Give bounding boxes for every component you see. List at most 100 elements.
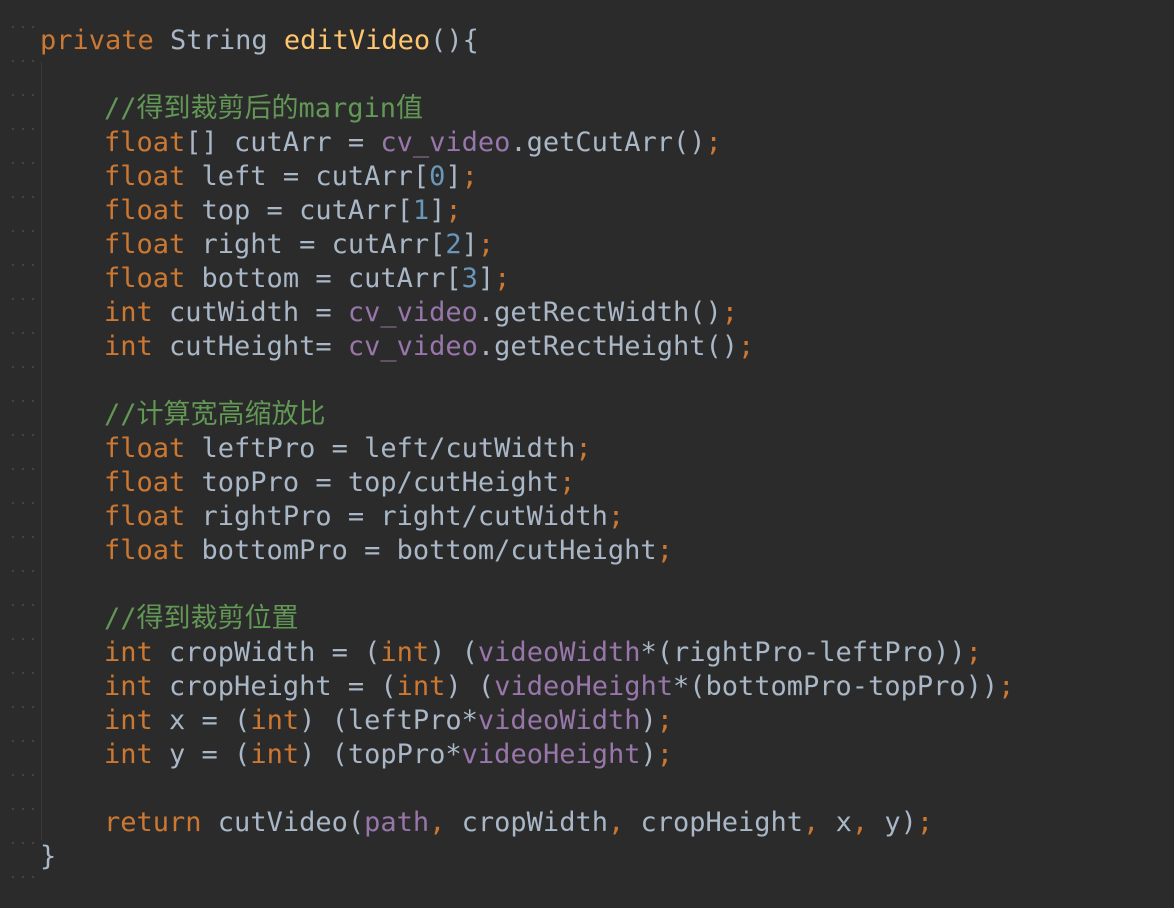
code-token: (){: [430, 25, 479, 56]
code-token: leftPro = left/cutWidth: [185, 433, 576, 464]
code-token: videoHeight: [494, 671, 673, 702]
code-token: int: [250, 705, 300, 736]
code-token: ;: [461, 161, 478, 192]
code-token: rightPro = right/cutWidth: [185, 501, 608, 532]
code-token: int: [104, 637, 153, 668]
code-line[interactable]: int cropWidth = (int) (videoWidth*(right…: [40, 636, 1014, 670]
code-token: float: [104, 467, 186, 498]
code-block[interactable]: private String editVideo(){ //得到裁剪后的marg…: [40, 24, 1014, 874]
code-token: int: [104, 331, 153, 362]
code-token: //得到裁剪后的margin值: [104, 93, 424, 124]
code-line[interactable]: int cropHeight = (int) (videoHeight*(bot…: [40, 670, 1014, 704]
code-token: //得到裁剪位置: [104, 603, 299, 634]
code-token: ) (: [445, 671, 495, 702]
code-token: ;: [607, 501, 625, 532]
code-line[interactable]: //得到裁剪位置: [40, 602, 1014, 636]
code-token: *(rightPro-leftPro)): [640, 637, 966, 668]
code-line[interactable]: float bottomPro = bottom/cutHeight;: [40, 534, 1014, 568]
code-token: return: [104, 807, 202, 838]
code-line[interactable]: float left = cutArr[0];: [40, 160, 1014, 194]
code-token: ;: [916, 807, 934, 838]
code-line[interactable]: int cutHeight= cv_video.getRectHeight();: [40, 330, 1014, 364]
code-token: 3: [461, 263, 478, 294]
code-line[interactable]: //计算宽高缩放比: [40, 398, 1014, 432]
code-token: x = (: [152, 705, 251, 736]
code-line[interactable]: float topPro = top/cutHeight;: [40, 466, 1014, 500]
code-token: ;: [721, 297, 739, 328]
code-token: String: [153, 25, 284, 56]
code-line[interactable]: [40, 364, 1014, 398]
code-token: right = cutArr[: [185, 229, 446, 260]
code-line[interactable]: //得到裁剪后的margin值: [40, 92, 1014, 126]
code-token: float: [104, 161, 186, 192]
code-token: }: [40, 841, 57, 872]
code-token: cutWidth =: [152, 297, 348, 328]
code-token: ;: [705, 127, 722, 158]
code-line[interactable]: float leftPro = left/cutWidth;: [40, 432, 1014, 466]
code-token: float: [104, 127, 186, 158]
code-token: top = cutArr[: [185, 195, 413, 226]
code-line[interactable]: [40, 772, 1014, 806]
code-editor[interactable]: private String editVideo(){ //得到裁剪后的marg…: [0, 0, 1174, 908]
code-token: ;: [575, 433, 592, 464]
code-token: ) (topPro*: [299, 739, 462, 770]
code-token: int: [104, 705, 153, 736]
code-line[interactable]: float[] cutArr = cv_video.getCutArr();: [40, 126, 1014, 160]
code-token: ) (leftPro*: [299, 705, 478, 736]
code-token: private: [40, 25, 154, 56]
code-line[interactable]: int y = (int) (topPro*videoHeight);: [40, 738, 1014, 772]
code-token: .getRectHeight(): [477, 331, 738, 362]
code-line[interactable]: }: [40, 840, 1014, 874]
code-token: int: [104, 297, 153, 328]
code-token: ,: [803, 807, 836, 838]
code-token: int: [380, 637, 430, 668]
code-token: ;: [656, 705, 674, 736]
code-token: videoWidth: [477, 637, 641, 668]
code-token: ;: [738, 331, 755, 362]
code-token: editVideo: [283, 25, 431, 56]
code-token: int: [396, 671, 446, 702]
code-line[interactable]: return cutVideo(path, cropWidth, cropHei…: [40, 806, 1014, 840]
code-token: float: [104, 195, 186, 226]
code-line[interactable]: float bottom = cutArr[3];: [40, 262, 1014, 296]
code-token: y): [884, 807, 917, 838]
code-token: ]: [477, 263, 495, 294]
code-line[interactable]: [40, 58, 1014, 92]
code-token: cv_video: [347, 297, 478, 328]
code-token: bottomPro = bottom/cutHeight: [185, 535, 657, 566]
code-line[interactable]: int cutWidth = cv_video.getRectWidth();: [40, 296, 1014, 330]
code-token: int: [250, 739, 300, 770]
code-token: ;: [477, 229, 495, 260]
code-line[interactable]: float top = cutArr[1];: [40, 194, 1014, 228]
code-token: ) (: [429, 637, 478, 668]
code-token: ]: [445, 161, 462, 192]
code-token: ;: [656, 535, 673, 566]
code-token: ): [640, 705, 657, 736]
code-line[interactable]: int x = (int) (leftPro*videoWidth);: [40, 704, 1014, 738]
code-token: .getRectWidth(): [477, 297, 722, 328]
code-token: 0: [429, 161, 446, 192]
code-token: videoHeight: [461, 739, 641, 770]
code-token: videoWidth: [477, 705, 641, 736]
code-token: ;: [656, 739, 674, 770]
code-token: path: [364, 807, 430, 838]
code-token: ;: [998, 671, 1015, 702]
code-token: //计算宽高缩放比: [104, 399, 326, 430]
code-line[interactable]: float rightPro = right/cutWidth;: [40, 500, 1014, 534]
code-token: y = (: [152, 739, 251, 770]
code-token: ,: [429, 807, 462, 838]
code-token: cropWidth = (: [152, 637, 381, 668]
code-token: cutHeight=: [152, 331, 348, 362]
code-line[interactable]: float right = cutArr[2];: [40, 228, 1014, 262]
code-token: ]: [429, 195, 446, 226]
code-token: x: [835, 807, 852, 838]
code-token: int: [104, 671, 153, 702]
code-token: [] cutArr =: [185, 127, 381, 158]
code-line[interactable]: [40, 568, 1014, 602]
code-token: cropHeight: [640, 807, 804, 838]
code-token: cv_video: [380, 127, 511, 158]
whitespace-gutter: [8, 0, 38, 908]
code-line[interactable]: private String editVideo(){: [40, 24, 1014, 58]
code-token: 1: [412, 195, 430, 226]
code-token: cropWidth: [461, 807, 608, 838]
